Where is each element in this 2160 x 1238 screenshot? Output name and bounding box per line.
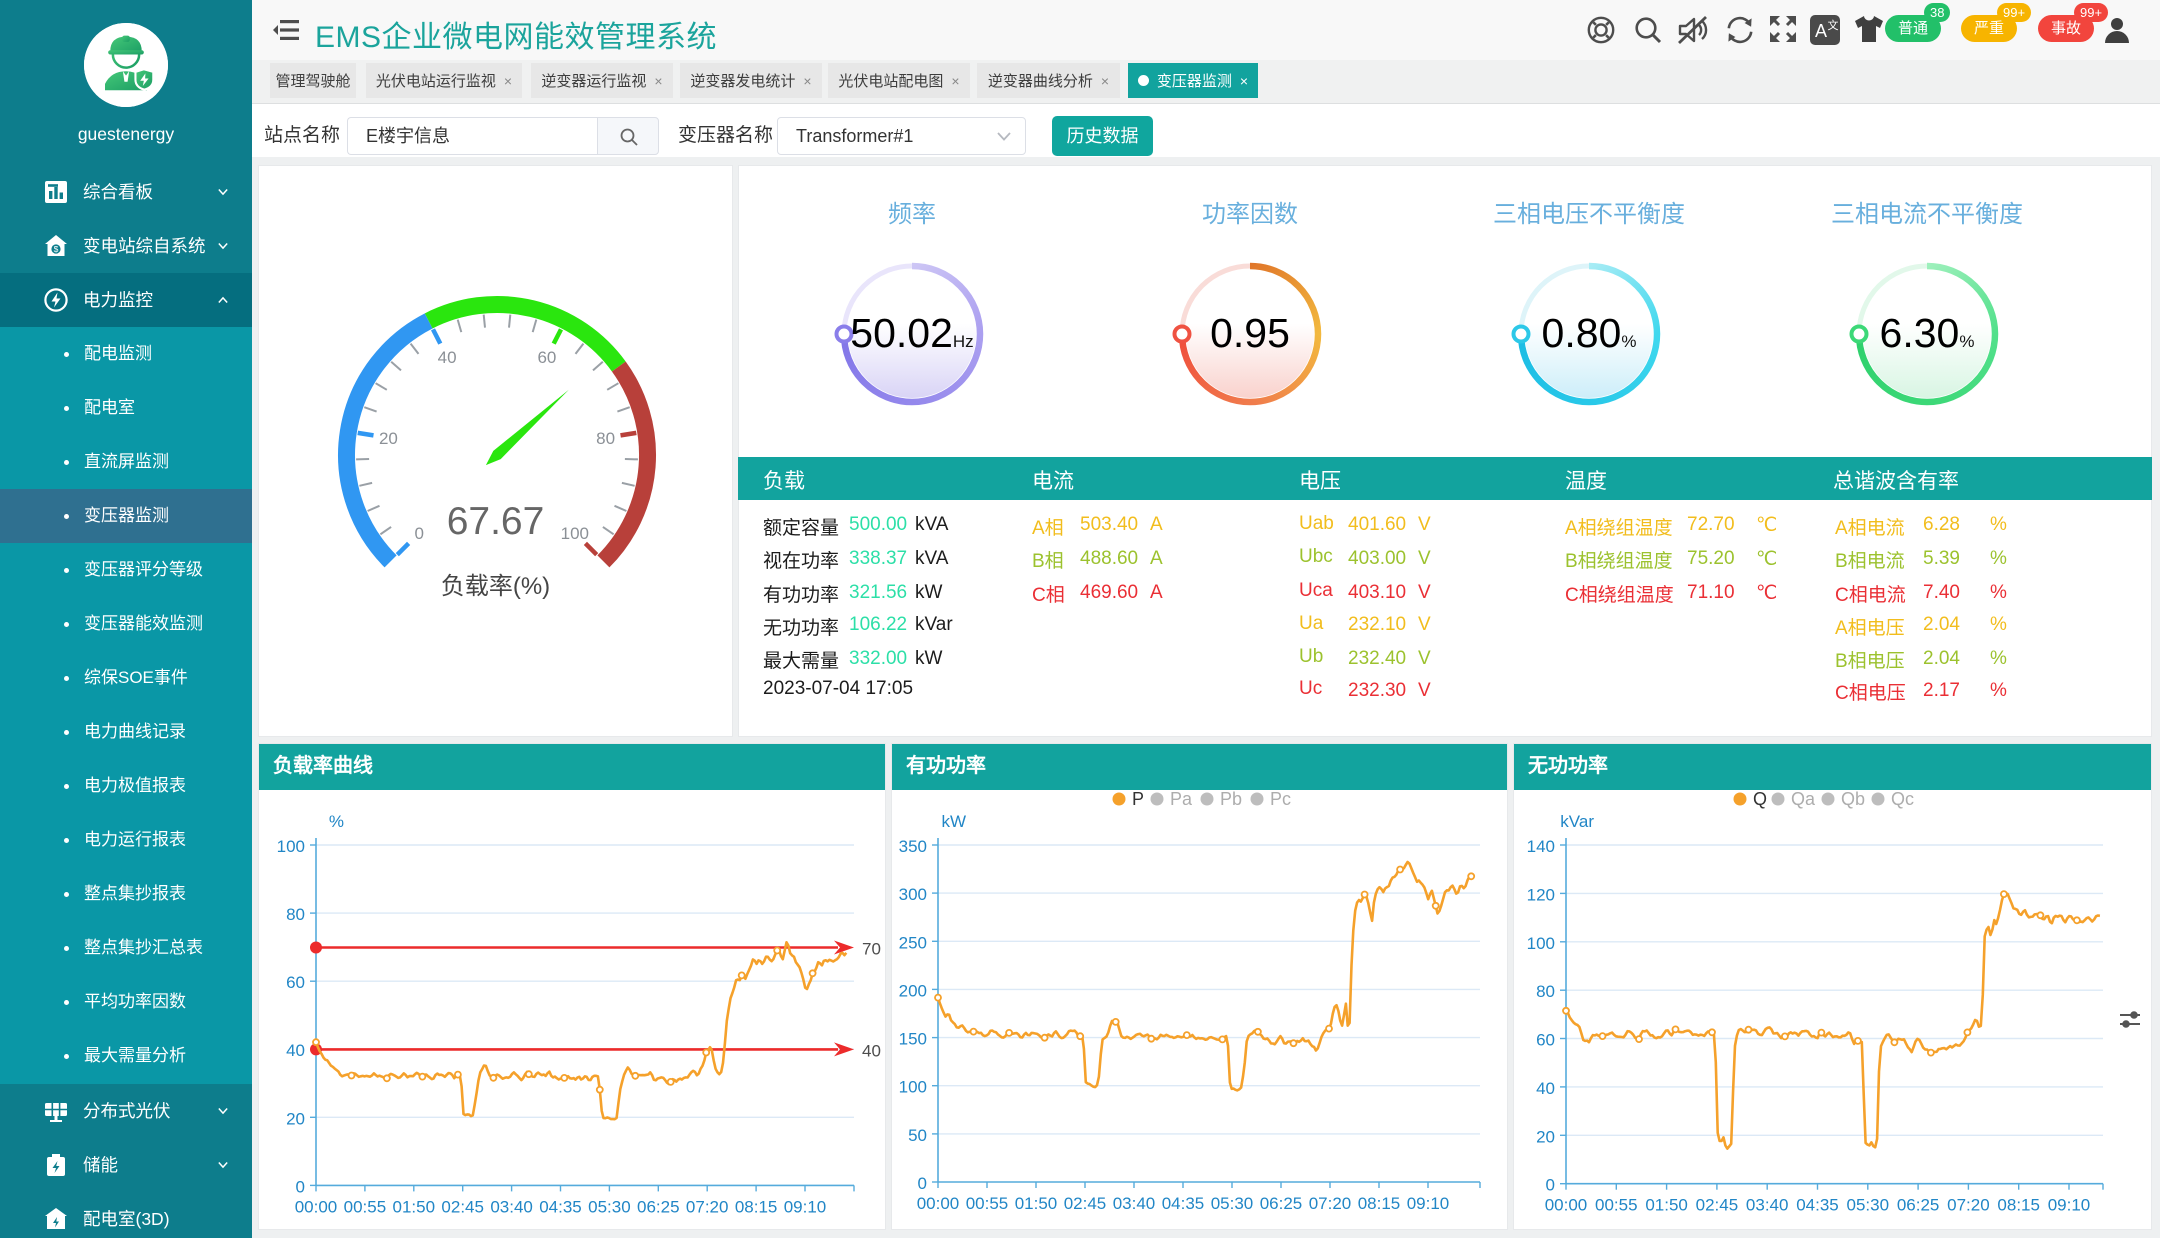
svg-text:A: A xyxy=(1815,21,1827,41)
svg-text:$: $ xyxy=(54,244,59,254)
svg-text:文: 文 xyxy=(1828,18,1839,32)
